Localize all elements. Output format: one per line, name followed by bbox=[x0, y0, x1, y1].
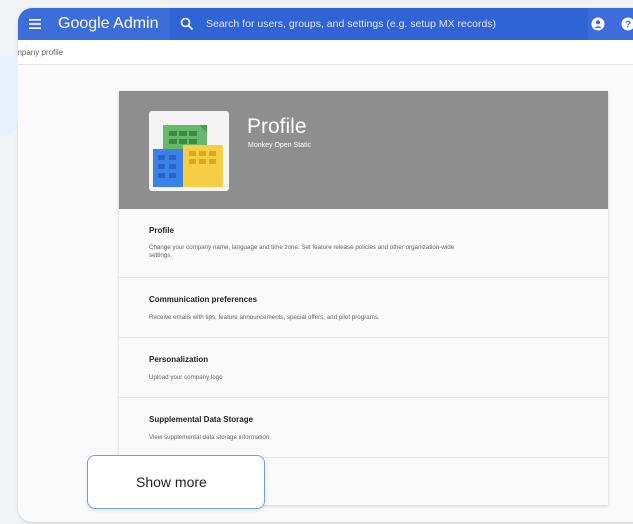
top-bar: Google Admin ? bbox=[18, 8, 633, 40]
search-icon[interactable] bbox=[180, 17, 194, 31]
section-title: Communication preferences bbox=[149, 295, 258, 304]
section-title: Personalization bbox=[149, 355, 209, 364]
show-more-button[interactable]: Show more bbox=[87, 455, 265, 509]
app-title[interactable]: Google Admin bbox=[58, 15, 168, 33]
card-header: Profile Monkey Open Static bbox=[119, 91, 608, 209]
section-title: Profile bbox=[149, 226, 174, 235]
section-description: Upload your company logo bbox=[149, 374, 223, 381]
section-description: Change your company name, language and t… bbox=[149, 244, 455, 259]
search-input[interactable] bbox=[204, 17, 588, 31]
breadcrumb-bar: Company profile bbox=[18, 40, 633, 65]
search-bar[interactable] bbox=[170, 8, 588, 40]
menu-icon[interactable] bbox=[22, 8, 48, 40]
org-name: Monkey Open Static bbox=[248, 142, 312, 149]
breadcrumb[interactable]: Company profile bbox=[18, 48, 63, 57]
account-icon[interactable] bbox=[591, 17, 605, 31]
building-logo-icon bbox=[149, 111, 229, 191]
section-personalization[interactable]: Personalization Upload your company logo bbox=[119, 338, 608, 398]
section-title: Supplemental Data Storage bbox=[149, 415, 254, 424]
section-description: View supplemental data storage informati… bbox=[149, 434, 271, 441]
section-profile[interactable]: Profile Change your company name, langua… bbox=[119, 209, 608, 278]
help-icon[interactable]: ? bbox=[621, 17, 633, 31]
section-description: Receive emails with tips, feature announ… bbox=[149, 314, 380, 321]
page-title: Profile bbox=[247, 115, 307, 138]
svg-text:?: ? bbox=[625, 20, 631, 31]
profile-card: Profile Monkey Open Static Profile Chang… bbox=[119, 91, 608, 505]
section-communication-preferences[interactable]: Communication preferences Receive emails… bbox=[119, 278, 608, 338]
side-decoration bbox=[0, 56, 18, 136]
section-supplemental-data-storage[interactable]: Supplemental Data Storage View supplemen… bbox=[119, 398, 608, 458]
show-more-label: Show more bbox=[136, 474, 207, 490]
admin-window: Google Admin ? Company profile bbox=[18, 8, 633, 522]
